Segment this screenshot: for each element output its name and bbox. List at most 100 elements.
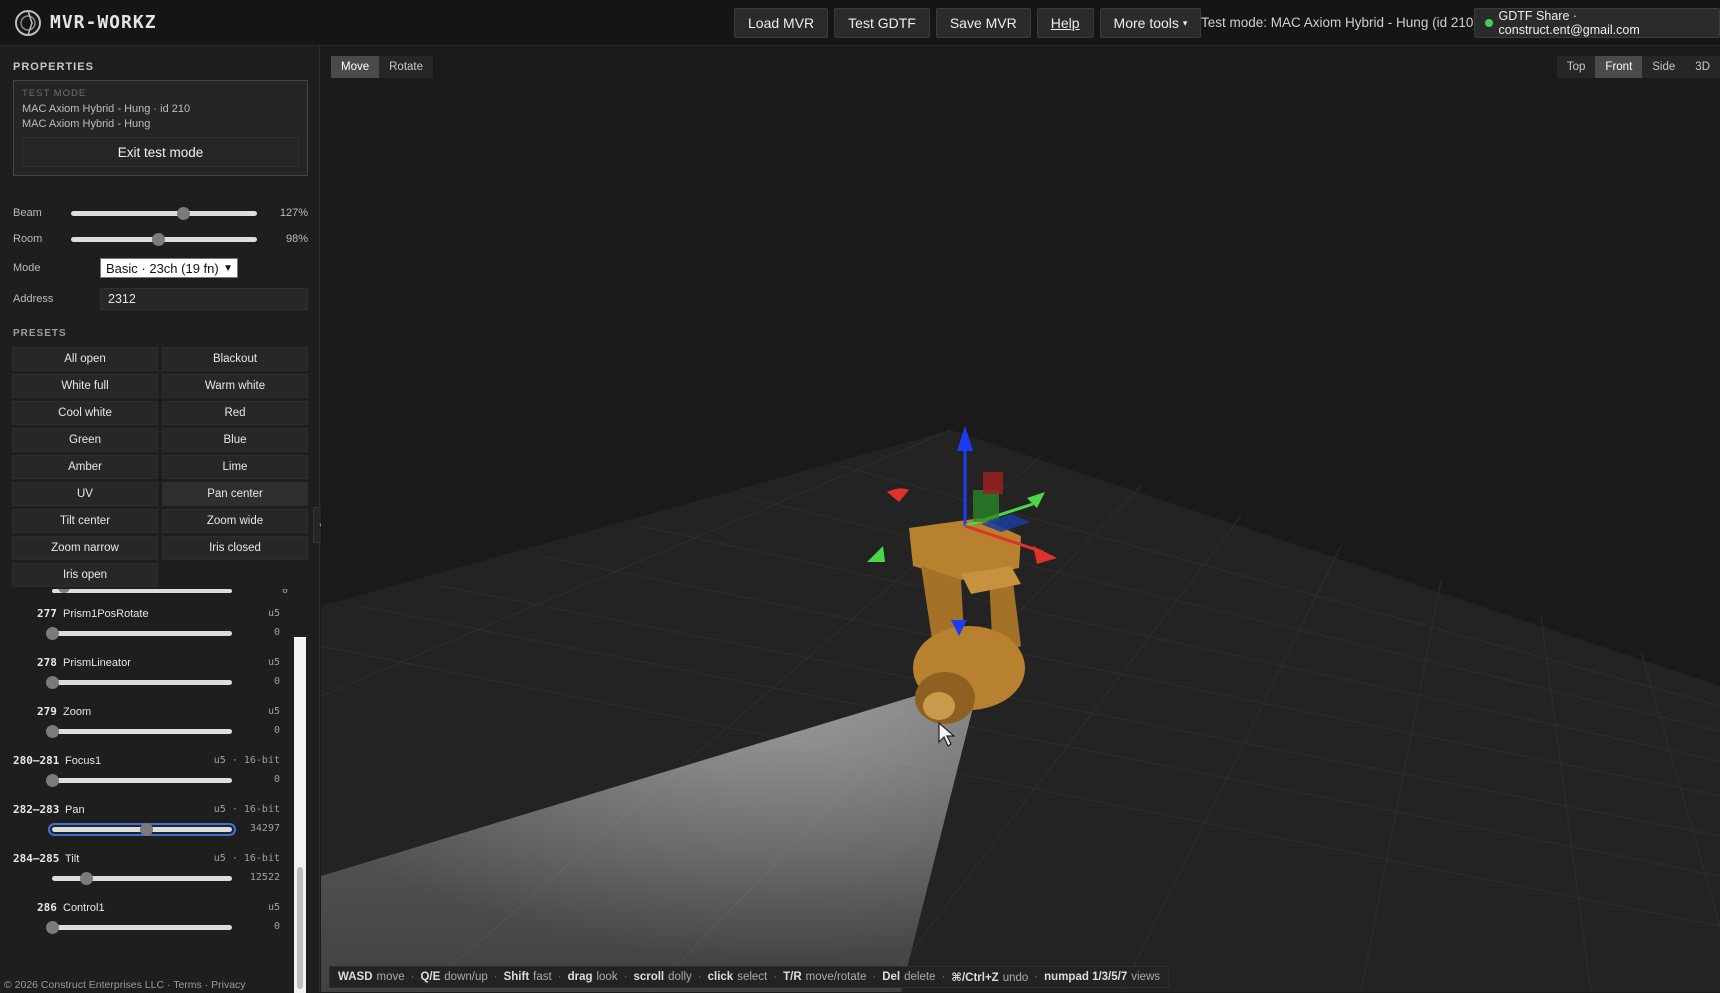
test-gdtf-button[interactable]: Test GDTF [834, 8, 930, 38]
hint-desc: move [376, 971, 405, 983]
hint-desc: fast [533, 971, 552, 983]
hint-key: scroll [633, 971, 665, 983]
help-label: Help [1050, 15, 1080, 31]
channel-slider-handle[interactable] [80, 872, 94, 885]
hint-key: WASD [338, 971, 373, 983]
hint-separator: · [493, 971, 498, 983]
channel-name: Control1 [63, 902, 105, 914]
beam-slider[interactable] [71, 207, 257, 220]
preset-iris-open-button[interactable]: Iris open [12, 563, 158, 587]
gizmo-plane-red[interactable] [983, 472, 1003, 494]
preset-white-full-button[interactable]: White full [12, 374, 158, 398]
address-input[interactable]: 2312 [100, 288, 308, 310]
channel-list: 0 277 Prism1PosRotate u5 0 278 PrismLineator u… [0, 589, 308, 993]
channel-slider[interactable] [52, 872, 232, 885]
channel-slider[interactable] [46, 725, 232, 738]
channel-value: 0 [273, 774, 280, 785]
channel-name: Prism1PosRotate [63, 608, 149, 620]
tab-view-front[interactable]: Front [1595, 56, 1643, 78]
hint-item: WASD move [338, 971, 405, 983]
preset-all-open-button[interactable]: All open [12, 347, 158, 371]
room-slider-handle[interactable] [152, 233, 166, 246]
gizmo-plane-green[interactable] [973, 490, 999, 522]
hint-key: Del [882, 971, 901, 983]
tab-move[interactable]: Move [331, 56, 380, 78]
hint-item: click select [708, 971, 768, 983]
tab-view-top[interactable]: Top [1556, 56, 1596, 78]
exit-test-mode-button[interactable]: Exit test mode [22, 137, 299, 167]
hint-desc: select [737, 971, 768, 983]
tab-view-3d[interactable]: 3D [1685, 56, 1720, 78]
hint-key: Shift [503, 971, 530, 983]
more-tools-label: More tools [1113, 15, 1179, 31]
channel-list-scrollbar[interactable] [294, 637, 306, 993]
beam-slider-handle[interactable] [176, 207, 190, 220]
scrollbar-thumb[interactable] [297, 867, 303, 989]
preset-lime-button[interactable]: Lime [162, 455, 308, 479]
preset-green-button[interactable]: Green [12, 428, 158, 452]
save-mvr-label: Save MVR [949, 15, 1017, 31]
mode-label: Mode [13, 262, 41, 274]
channel-slider-handle[interactable] [46, 725, 59, 738]
3d-viewport[interactable]: Move Rotate Top Front Side 3D WASD move · Q… [321, 46, 1720, 992]
channel-value: 0 [273, 921, 280, 932]
channel-meta: u5 [267, 657, 280, 668]
hint-item: Del delete [882, 971, 935, 983]
tab-view-side[interactable]: Side [1642, 56, 1686, 78]
room-slider[interactable] [71, 233, 257, 246]
preset-zoom-narrow-button[interactable]: Zoom narrow [12, 536, 158, 560]
hint-key: click [707, 971, 734, 983]
preset-uv-button[interactable]: UV [12, 482, 158, 506]
preset-iris-closed-button[interactable]: Iris closed [162, 536, 308, 560]
hint-separator: · [1034, 971, 1039, 983]
channel-slider-handle[interactable] [46, 921, 59, 934]
tab-rotate[interactable]: Rotate [379, 56, 434, 78]
load-mvr-button[interactable]: Load MVR [734, 8, 829, 38]
preset-tilt-center-button[interactable]: Tilt center [12, 509, 158, 533]
hint-item: Shift fast [504, 971, 552, 983]
more-tools-button[interactable]: More tools ▾ [1099, 8, 1202, 38]
chevron-down-icon: ▼ [223, 262, 233, 274]
preset-cool-white-button[interactable]: Cool white [12, 401, 158, 425]
partial-channel-slider[interactable] [52, 589, 232, 593]
3d-scene[interactable] [321, 46, 1720, 992]
save-mvr-button[interactable]: Save MVR [935, 8, 1031, 38]
test-mode-panel: TEST MODE MAC Axiom Hybrid - Hung · id 2… [13, 80, 308, 176]
beam-value: 127% [279, 207, 308, 219]
app-title: MVR-WORKZ [50, 12, 157, 33]
hint-separator: · [773, 971, 778, 983]
channel-value: 12522 [249, 872, 280, 883]
preset-blue-button[interactable]: Blue [162, 428, 308, 452]
gdtf-share-button[interactable]: GDTF Share · construct.ent@gmail.com [1474, 8, 1720, 38]
channel-slider-handle[interactable] [140, 823, 154, 836]
channel-name: Focus1 [65, 755, 102, 767]
channel-slider-handle[interactable] [46, 774, 59, 787]
channel-slider-handle[interactable] [46, 627, 59, 640]
channel-slider[interactable] [46, 921, 232, 934]
channel-name: PrismLineator [63, 657, 131, 669]
mouse-cursor-icon [938, 722, 956, 747]
preset-blackout-button[interactable]: Blackout [162, 347, 308, 371]
channel-value: 34297 [249, 823, 280, 834]
channel-slider[interactable] [46, 676, 232, 689]
beam-label: Beam [13, 207, 42, 219]
channel-row: 278 PrismLineator u5 0 [0, 654, 290, 702]
channel-slider-handle[interactable] [46, 676, 59, 689]
hint-item: scroll dolly [633, 971, 691, 983]
channel-slider[interactable] [46, 627, 232, 640]
channel-slider[interactable] [52, 823, 232, 836]
mode-selected-value: Basic · 23ch (19 fn) [106, 260, 219, 276]
partial-channel-handle[interactable] [58, 589, 70, 593]
preset-warm-white-button[interactable]: Warm white [162, 374, 308, 398]
mode-select[interactable]: Basic · 23ch (19 fn) ▼ [100, 258, 238, 278]
channel-meta: u5 · 16-bit [213, 853, 280, 864]
channel-slider[interactable] [46, 774, 232, 787]
channel-row: 282–283 Pan u5 · 16-bit 34297 [0, 801, 290, 849]
preset-pan-center-button[interactable]: Pan center [162, 482, 308, 506]
help-link[interactable]: Help [1036, 8, 1094, 38]
hint-separator: · [941, 971, 946, 983]
preset-zoom-wide-button[interactable]: Zoom wide [162, 509, 308, 533]
preset-amber-button[interactable]: Amber [12, 455, 158, 479]
test-mode-heading: TEST MODE [22, 88, 87, 99]
preset-red-button[interactable]: Red [162, 401, 308, 425]
